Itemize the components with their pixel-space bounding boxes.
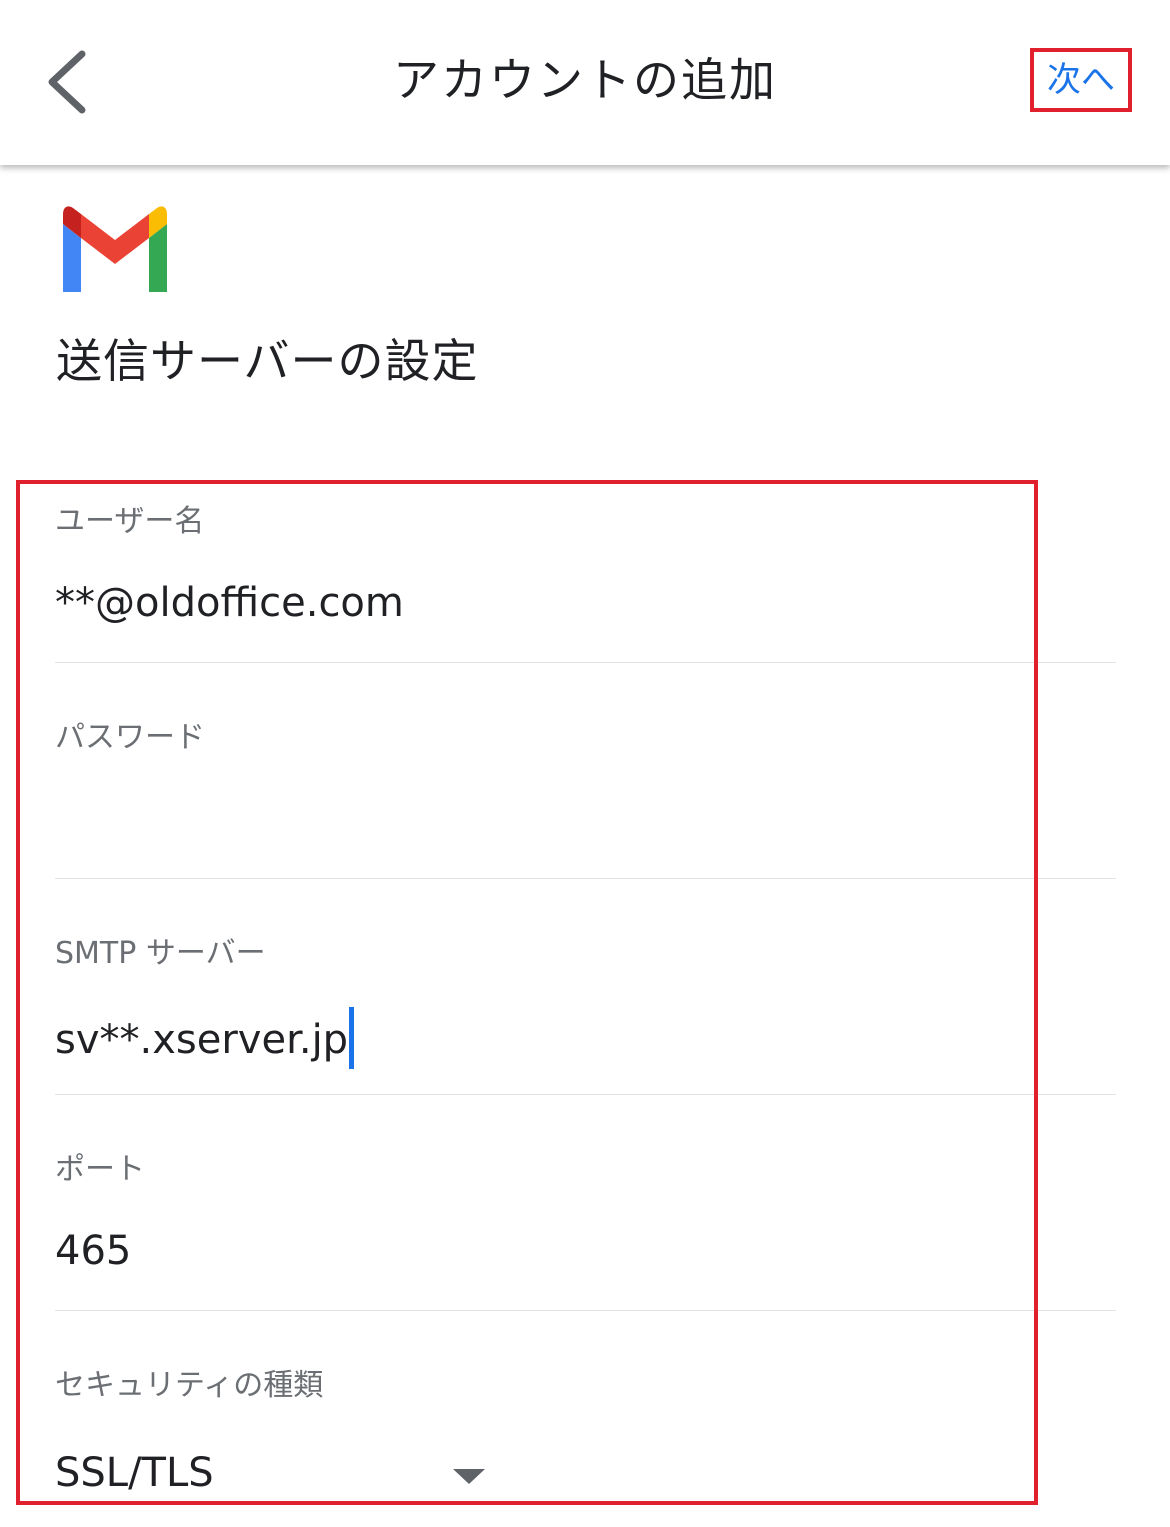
security-type-value: SSL/TLS	[55, 1450, 214, 1496]
port-field: ポート 465	[55, 1095, 1116, 1311]
smtp-server-input[interactable]: sv**.xserver.jp	[55, 1007, 1035, 1069]
next-button[interactable]: 次へ	[1030, 48, 1132, 112]
password-input[interactable]	[55, 791, 1035, 847]
port-label: ポート	[55, 1152, 145, 1187]
smtp-server-value: sv**.xserver.jp	[55, 1017, 349, 1063]
smtp-server-field: SMTP サーバー sv**.xserver.jp	[55, 879, 1116, 1095]
security-type-field: セキュリティの種類 SSL/TLS	[55, 1311, 1116, 1527]
app-bar: アカウントの追加 次へ	[0, 0, 1170, 165]
password-label: パスワード	[55, 720, 205, 755]
security-type-label: セキュリティの種類	[55, 1368, 324, 1403]
port-input[interactable]: 465	[55, 1223, 1035, 1279]
security-type-select[interactable]: SSL/TLS	[55, 1445, 495, 1501]
smtp-server-label: SMTP サーバー	[55, 936, 266, 971]
text-cursor	[349, 1007, 355, 1069]
section-heading: 送信サーバーの設定	[56, 334, 479, 388]
username-field: ユーザー名 **@oldoffice.com	[55, 447, 1116, 663]
password-field: パスワード	[55, 663, 1116, 879]
username-label: ユーザー名	[55, 504, 205, 539]
caret-down-icon[interactable]	[453, 1469, 485, 1484]
gmail-logo	[63, 206, 167, 292]
page-title: アカウントの追加	[393, 53, 777, 107]
username-input[interactable]: **@oldoffice.com	[55, 575, 1035, 631]
